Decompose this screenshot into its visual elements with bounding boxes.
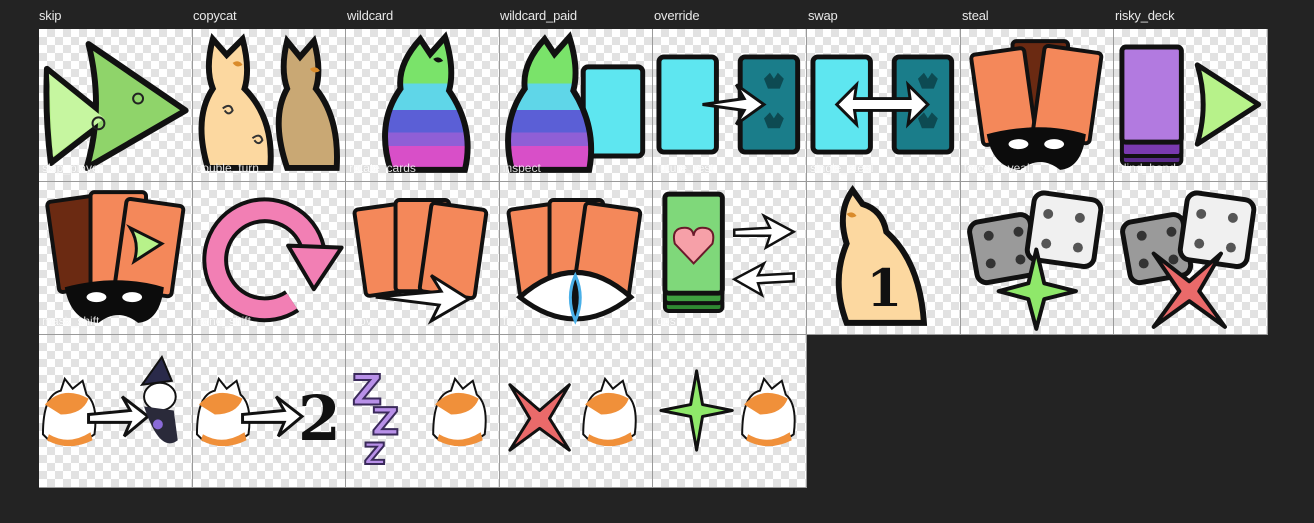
sprite-cell[interactable]: [39, 335, 193, 488]
purple-deck-arrow-icon: [1119, 44, 1262, 166]
sprite-cell[interactable]: 1: [807, 182, 961, 335]
column-label-skip: skip: [39, 8, 62, 23]
sprite-cell[interactable]: [1114, 182, 1268, 335]
sprite-sub-label: force_reveal: [963, 161, 1030, 175]
sprite-cell[interactable]: dos: [653, 182, 807, 335]
sleep-zzz-cat-icon: Z Z Z: [351, 365, 487, 473]
double-green-arrow-icon: [43, 41, 189, 171]
cat-to-two-icon: 2: [195, 376, 341, 455]
sprite-cell[interactable]: rotate_cards: [346, 29, 500, 182]
svg-text:Z: Z: [364, 437, 386, 472]
red-cross-cat-icon: [508, 376, 637, 452]
cat-to-witch-cat-icon: [41, 354, 178, 447]
sprite-sub-label: dos: [656, 314, 676, 328]
sprite-cell[interactable]: single_steal: [807, 29, 961, 182]
heart-deck-arrows-icon: [662, 191, 797, 313]
sprite-cell[interactable]: find: [499, 182, 654, 335]
sprite-cell[interactable]: hand_shift: [192, 182, 347, 335]
dice-plus-icon: [966, 190, 1103, 331]
sprite-cell[interactable]: future_rest: [653, 29, 807, 182]
svg-text:1: 1: [866, 259, 902, 319]
sprite-cell[interactable]: mask_shift: [39, 182, 193, 335]
column-label-wildcard: wildcard: [347, 8, 394, 23]
sleeping-cat-icon: [741, 376, 797, 447]
rainbow-cat-card-icon: [504, 31, 645, 173]
sprite-cell[interactable]: move: [346, 182, 500, 335]
green-plus-cat-icon: [659, 369, 797, 452]
column-label-copycat: copycat: [193, 8, 237, 23]
cat-number-one-icon: 1: [835, 185, 928, 326]
column-label-steal: steal: [962, 8, 989, 23]
zzz-icon: Z Z Z: [351, 365, 400, 473]
svg-text:2: 2: [298, 383, 341, 455]
sprite-sub-label: find: [502, 314, 523, 328]
sprite-sub-label: inspect: [502, 161, 541, 175]
card-arrow-card-icon: [656, 54, 801, 155]
sprite-cell[interactable]: force_reveal: [960, 29, 1115, 182]
witch-cat-icon: [139, 354, 178, 444]
sprite-sub-label: future_rest: [656, 161, 714, 175]
sprite-sub-label: skip_player: [42, 161, 103, 175]
sleeping-cat-icon: [582, 376, 637, 447]
sleeping-cat-icon: [195, 376, 251, 447]
empty-area: [807, 335, 1268, 489]
column-label-swap: swap: [808, 8, 838, 23]
sprite-sub-label: mask_shift: [42, 314, 100, 328]
twin-cats-icon: [198, 32, 340, 171]
sprite-sub-label: blind_hand: [1117, 161, 1176, 175]
cards-arrow-icon: [352, 198, 489, 325]
card-swap-icon: [810, 54, 955, 155]
sleeping-cat-icon: [41, 376, 97, 447]
sprite-cell[interactable]: [960, 182, 1115, 335]
sprite-sub-label: double_turn: [195, 161, 259, 175]
sprite-cell[interactable]: blind_hand: [1114, 29, 1268, 182]
sprite-cell[interactable]: double_turn: [192, 29, 347, 182]
column-label-risky-deck: risky_deck: [1115, 8, 1175, 23]
pink-cycle-arrow-icon: [201, 197, 344, 323]
cards-eye-icon: [506, 198, 642, 325]
masked-cards-icon: [968, 39, 1103, 170]
sprite-cell[interactable]: Z Z Z: [346, 335, 500, 488]
column-label-override: override: [654, 8, 700, 23]
sprite-cell[interactable]: inspect: [499, 29, 654, 182]
sprite-cell[interactable]: [653, 335, 807, 488]
sprite-sub-label: rotate_cards: [349, 161, 416, 175]
sprite-cell[interactable]: 2: [192, 335, 347, 488]
dice-cross-icon: [1120, 190, 1257, 329]
masked-cards-arrow-icon: [45, 190, 186, 323]
sprite-cell[interactable]: [499, 335, 654, 488]
sprite-sheet: skip_player double_turn rotate_cards ins…: [39, 29, 1268, 489]
rainbow-cat-icon: [382, 31, 471, 173]
sprite-sub-label: single_steal: [810, 161, 874, 175]
sprite-sub-label: hand_shift: [195, 314, 251, 328]
sprite-sub-label: move: [349, 314, 379, 328]
sleeping-cat-icon: [432, 376, 487, 447]
column-label-wildcard-paid: wildcard_paid: [500, 8, 577, 23]
sprite-cell[interactable]: skip_player: [39, 29, 193, 182]
